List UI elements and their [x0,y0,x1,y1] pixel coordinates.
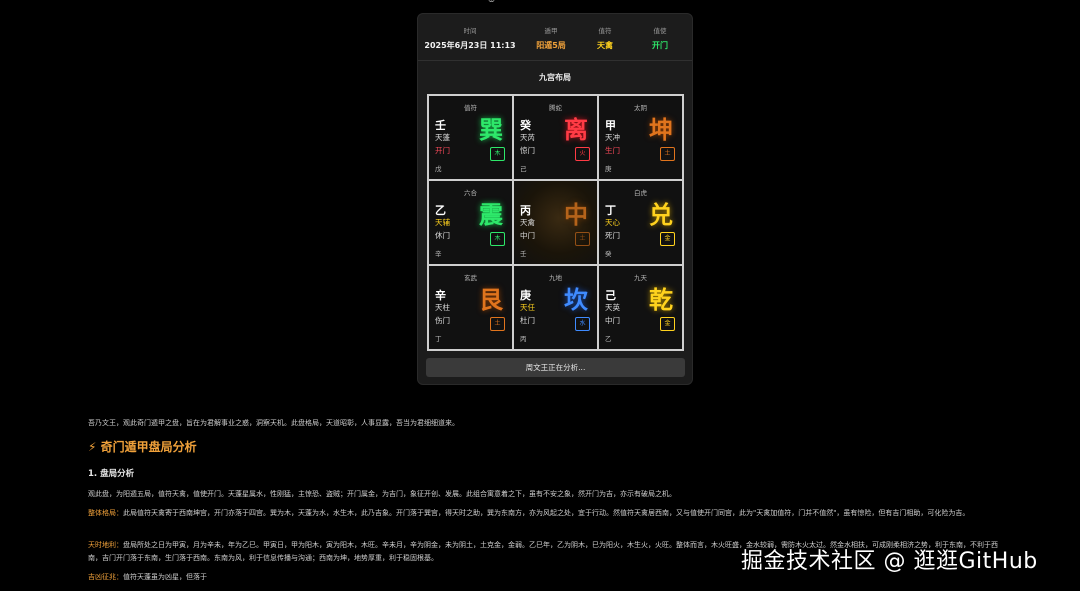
paragraph-text: 观此盘，为阳遁五局，值符天禽，值使开门。天蓬星属水，性刚猛，主惊恐、盗贼；开门属… [88,490,676,498]
analysis-heading-text: 奇门遁甲盘局分析 [100,440,197,454]
meta-time: 时间 2025年6月23日 11:13 [418,14,522,60]
analyze-button[interactable]: 周文王正在分析... [426,358,685,377]
palace-kan[interactable]: 九地 庚 天任 杜门 丙 坎 水 [513,265,598,350]
palace-stem: 乙 [435,204,446,217]
palace-star: 天心 [605,218,620,227]
palace-star: 天柱 [435,303,450,312]
palace-stem: 丁 [605,204,616,217]
palace-kun[interactable]: 太阴 甲 天冲 生门 庚 坤 土 [598,95,683,180]
palace-door: 开门 [435,146,450,155]
top-header-fragment: ◎ [488,0,495,3]
analysis-heading: ⚡ 奇门遁甲盘局分析 [88,438,197,455]
meta-ju-value: 阳遁5局 [536,41,566,50]
trigram-qian: 乾 [649,285,673,314]
element-badge: 金 [660,232,675,246]
meta-zhifu: 值符 天禽 [580,14,630,60]
palace-star: 天任 [520,303,535,312]
meta-zhishi-label: 值使 [653,27,667,35]
palace-door: 伤门 [435,316,450,325]
element-badge: 土 [575,232,590,246]
meta-ju-label: 遁甲 [544,27,558,35]
intro-text: 吾乃文王，观此奇门遁甲之盘，旨在为君解事业之惑，洞察天机。此盘格局，天道昭彰，人… [88,419,459,427]
meta-ju: 遁甲 阳遁5局 [522,14,580,60]
trigram-gen: 艮 [479,285,503,314]
trigram-xun: 巽 [479,115,503,144]
palace-li[interactable]: 腾蛇 癸 天芮 惊门 己 离 火 [513,95,598,180]
chart-meta-row: 时间 2025年6月23日 11:13 遁甲 阳遁5局 值符 天禽 值使 开门 [418,14,692,61]
element-badge: 木 [490,232,505,246]
trigram-li: 离 [564,115,588,144]
palace-door: 中门 [605,316,620,325]
palace-xun[interactable]: 值符 壬 天蓬 开门 戊 巽 木 [428,95,513,180]
palace-dui[interactable]: 白虎 丁 天心 死门 癸 兑 金 [598,180,683,265]
palace-stem: 甲 [605,119,616,132]
trigram-kun: 坤 [649,115,673,144]
palace-stem: 庚 [520,289,531,302]
palace-star: 天芮 [520,133,535,142]
palace-star: 天辅 [435,218,450,227]
palace-gen[interactable]: 玄武 辛 天柱 伤门 丁 艮 土 [428,265,513,350]
section-heading: 1. 盘局分析 [88,469,135,479]
qimen-chart-card: 时间 2025年6月23日 11:13 遁甲 阳遁5局 值符 天禽 值使 开门 … [417,13,693,385]
element-badge: 土 [490,317,505,331]
meta-zhishi: 值使 开门 [630,14,690,60]
palace-earth-stem: 丁 [435,335,442,343]
palace-door: 惊门 [520,146,535,155]
analysis-paragraph: 整体格局：此局值符天禽寄于西南坤宫，开门亦落于四宫。巽为木，天蓬为水，水生木，此… [88,507,1008,520]
palace-center[interactable]: 丙 天禽 中门 壬 中 土 [513,180,598,265]
palace-star: 天禽 [520,218,535,227]
palace-earth-stem: 乙 [605,335,612,343]
palace-earth-stem: 壬 [520,250,527,258]
palace-door: 死门 [605,231,620,240]
element-badge: 木 [490,147,505,161]
analysis-paragraph: 观此盘，为阳遁五局，值符天禽，值使开门。天蓬星属水，性刚猛，主惊恐、盗贼；开门属… [88,488,1008,501]
palace-door: 休门 [435,231,450,240]
element-badge: 土 [660,147,675,161]
meta-zhifu-label: 值符 [598,27,612,35]
paragraph-label: 整体格局： [88,509,123,517]
trigram-zhen: 震 [479,200,503,229]
palace-star: 天英 [605,303,620,312]
palace-door: 中门 [520,231,535,240]
lightning-icon: ⚡ [88,440,97,454]
meta-zhifu-value: 天禽 [597,41,613,50]
palace-earth-stem: 己 [520,165,527,173]
palace-qian[interactable]: 九天 己 天英 中门 乙 乾 金 [598,265,683,350]
element-badge: 金 [660,317,675,331]
paragraph-label: 吉凶征兆： [88,573,123,581]
palace-earth-stem: 丙 [520,335,527,343]
palace-door: 生门 [605,146,620,155]
palace-earth-stem: 辛 [435,250,442,258]
element-badge: 火 [575,147,590,161]
palace-earth-stem: 庚 [605,165,612,173]
palace-stem: 辛 [435,289,446,302]
palace-earth-stem: 癸 [605,250,612,258]
palace-stem: 癸 [520,119,531,132]
layout-title: 九宫布局 [539,73,571,82]
meta-zhishi-value: 开门 [652,41,668,50]
palace-stem: 壬 [435,119,446,132]
trigram-kan: 坎 [564,285,588,314]
palace-door: 杜门 [520,316,535,325]
element-badge: 水 [575,317,590,331]
paragraph-text: 此局值符天禽寄于西南坤宫，开门亦落于四宫。巽为木，天蓬为水，水生木，此乃吉象。开… [123,509,970,517]
palace-earth-stem: 戊 [435,165,442,173]
trigram-center: 中 [564,200,588,229]
watermark: 掘金技术社区 @ 逛逛GitHub [741,549,1038,574]
trigram-dui: 兑 [649,200,673,229]
palace-star: 天冲 [605,133,620,142]
nine-palace-grid: 值符 壬 天蓬 开门 戊 巽 木 腾蛇 癸 天芮 惊门 己 离 火 太阴 甲 天… [427,94,684,351]
palace-stem: 己 [605,289,616,302]
meta-time-value: 2025年6月23日 11:13 [424,41,516,50]
palace-stem: 丙 [520,204,531,217]
paragraph-label: 天时地利： [88,541,123,549]
meta-time-label: 时间 [463,27,477,35]
palace-star: 天蓬 [435,133,450,142]
palace-zhen[interactable]: 六合 乙 天辅 休门 辛 震 木 [428,180,513,265]
paragraph-text: 值符天蓬虽为凶星，但落于 [123,573,207,581]
